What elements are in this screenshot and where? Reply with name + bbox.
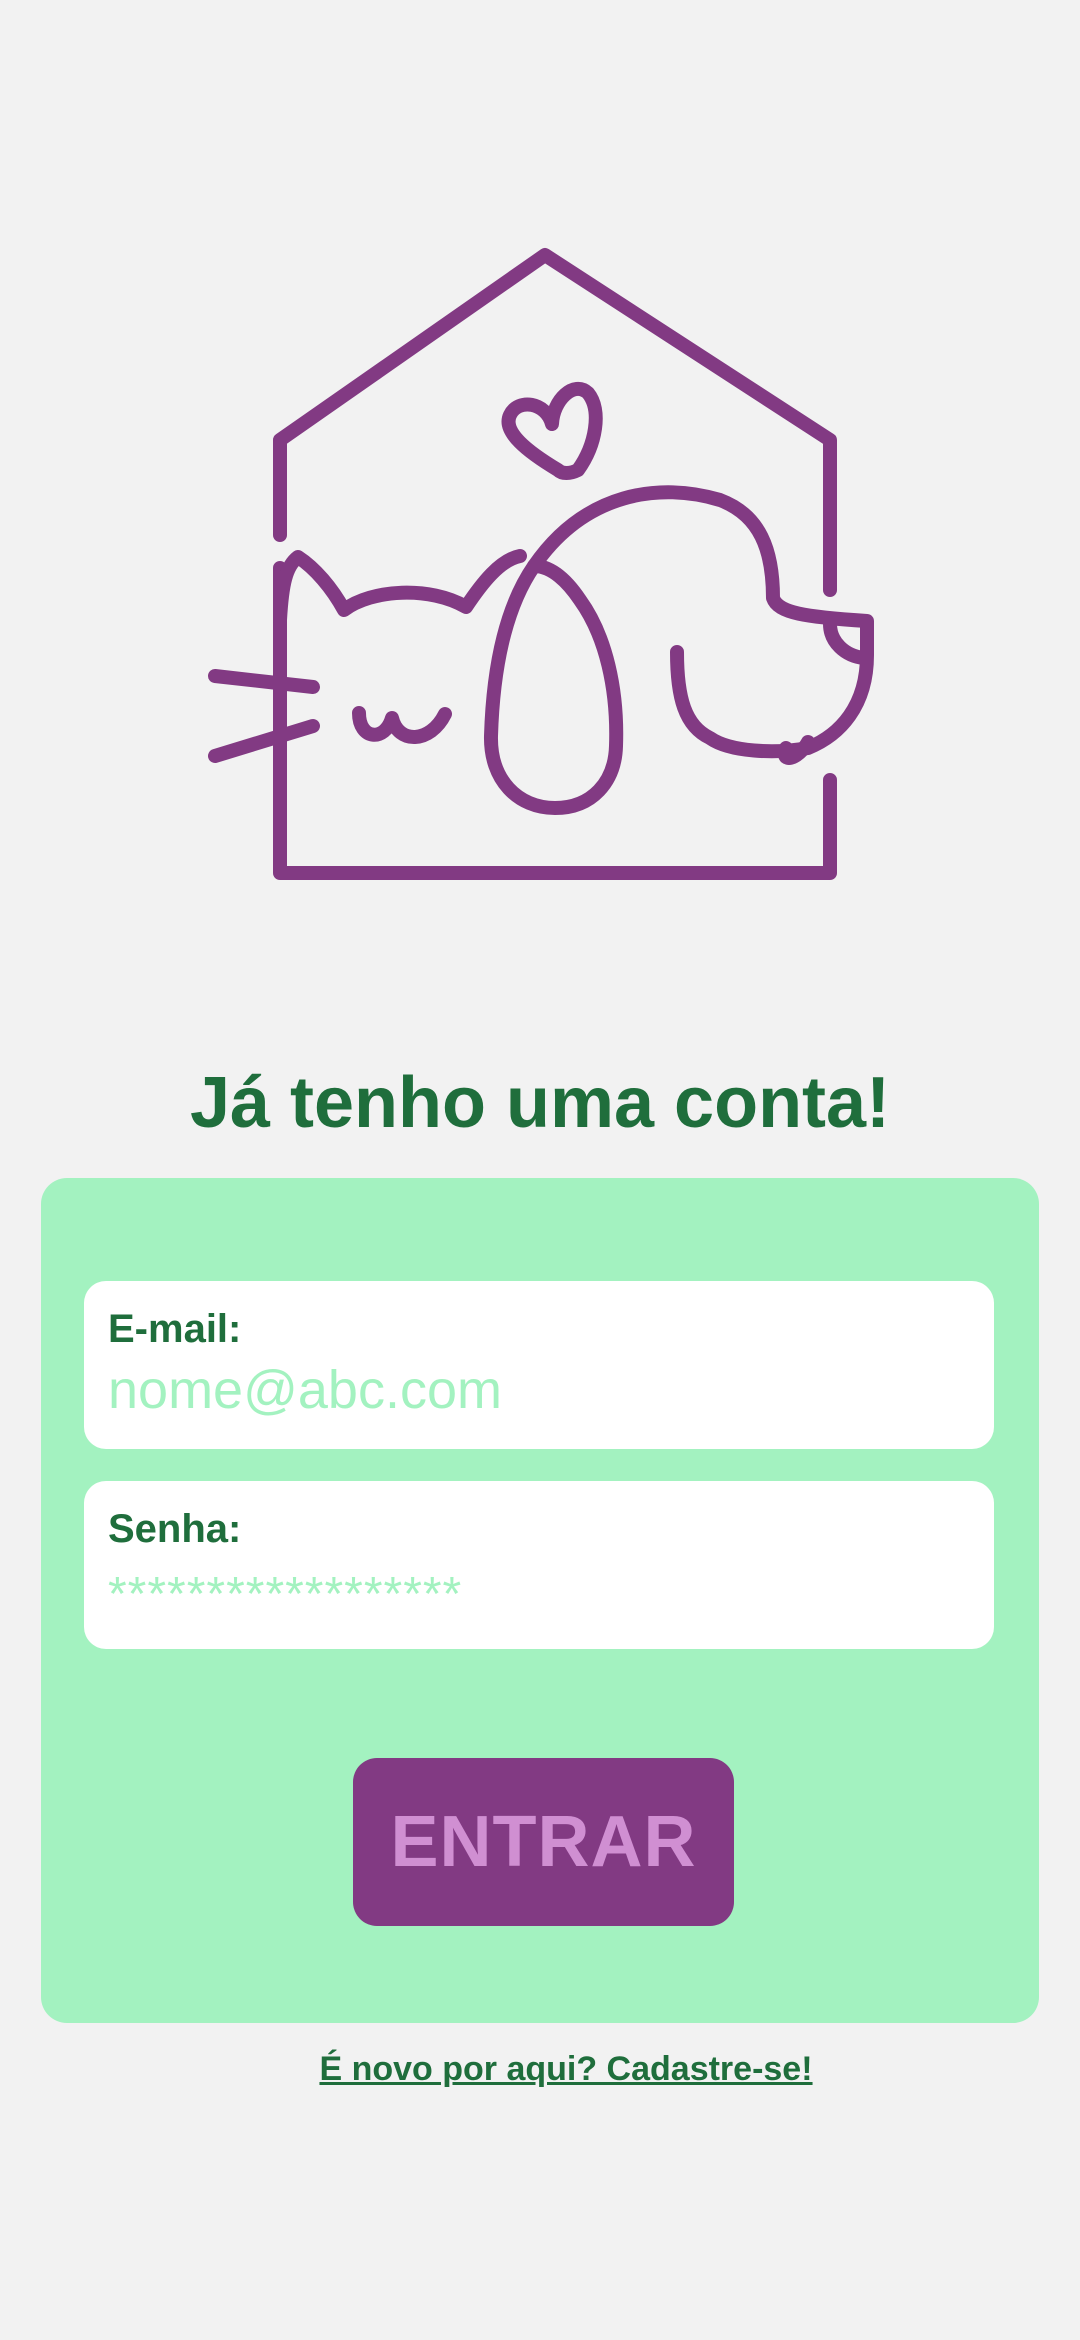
password-input[interactable]: ****************** [108, 1567, 462, 1622]
email-label: E-mail: [108, 1307, 242, 1351]
signup-link[interactable]: É novo por aqui? Cadastre-se! [0, 2050, 1080, 2089]
login-button[interactable]: ENTRAR [353, 1758, 734, 1926]
password-field[interactable]: Senha: ****************** [84, 1481, 994, 1649]
login-card: E-mail: nome@abc.com Senha: ************… [41, 1178, 1039, 2023]
email-field[interactable]: E-mail: nome@abc.com [84, 1281, 994, 1449]
email-input[interactable]: nome@abc.com [108, 1359, 502, 1421]
page-title: Já tenho uma conta! [189, 1063, 891, 1143]
pet-house-logo-icon [208, 248, 874, 880]
password-label: Senha: [108, 1507, 242, 1551]
